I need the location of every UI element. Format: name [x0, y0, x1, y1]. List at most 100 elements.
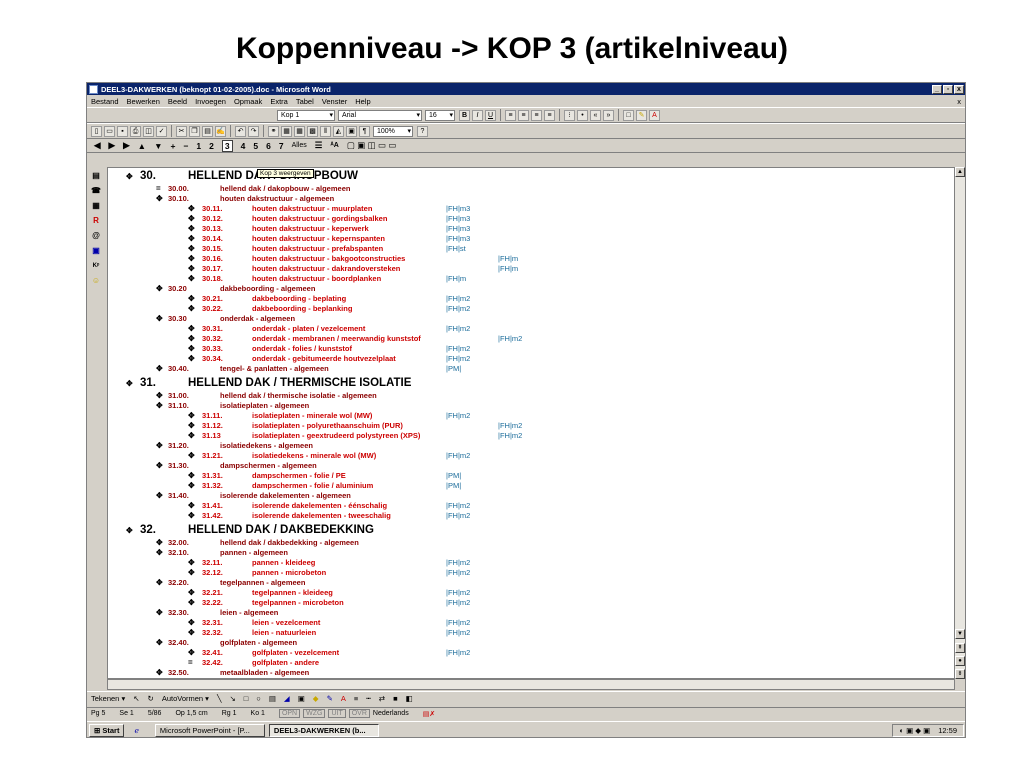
- outline-heading-level-3[interactable]: ✥ 30.34. onderdak - gebitumeerde houtvezel…: [108, 354, 928, 364]
- expand-plus-icon[interactable]: ✥: [156, 284, 163, 294]
- outline-heading-level-3[interactable]: ✥ 30.32. onderdak - membranen / meerwandig…: [108, 334, 928, 344]
- demote-to-body-icon[interactable]: ▶: [123, 140, 130, 151]
- outline-heading-level-2[interactable]: ✥ 31.10. isolatieplaten - algemeen: [108, 401, 928, 411]
- font-color-icon[interactable]: A: [649, 109, 660, 121]
- expand-plus-icon[interactable]: ✥: [188, 588, 195, 598]
- cut-icon[interactable]: ✂: [176, 125, 187, 137]
- expand-icon[interactable]: +: [170, 141, 175, 151]
- indent-icon[interactable]: »: [603, 109, 614, 121]
- menu-extra[interactable]: Extra: [270, 97, 288, 106]
- expand-plus-icon[interactable]: ✥: [156, 461, 163, 471]
- outline-heading-level-3[interactable]: ✥ 31.31. dampschermen - folie / PE |PM|: [108, 471, 928, 481]
- scroll-down-icon[interactable]: ▼: [955, 629, 965, 639]
- status-ovr[interactable]: OVR: [348, 709, 370, 718]
- outline-heading-level-3[interactable]: ✥ 31.21. isolatiedekens - minerale wol (MW…: [108, 451, 928, 461]
- status-ext[interactable]: UIT: [328, 709, 346, 718]
- undo-icon[interactable]: ↶: [235, 125, 246, 137]
- outline-heading-level-2[interactable]: ✥ 30.30 onderdak - algemeen: [108, 314, 928, 324]
- task-word[interactable]: DEEL3-DAKWERKEN (b...: [268, 724, 379, 737]
- outline-heading-level-3[interactable]: ✥ 30.16. houten dakstructuur - bakgootcons…: [108, 254, 928, 264]
- outline-heading-level-3[interactable]: ✥ 32.31. leien - vezelcement |FH|m2: [108, 618, 928, 628]
- outline-heading-level-3[interactable]: ✥ 32.22. tegelpannen - microbeton |FH|m2: [108, 598, 928, 608]
- move-up-icon[interactable]: ▲: [138, 141, 146, 151]
- outline-heading-level-3[interactable]: = 32.42. golfplaten - andere: [108, 658, 928, 668]
- show-level-1[interactable]: 1: [196, 141, 201, 151]
- outline-heading-level-2[interactable]: ✥ 32.10. pannen - algemeen: [108, 548, 928, 558]
- expand-plus-icon[interactable]: ✥: [188, 324, 195, 334]
- shadow-icon[interactable]: ■: [393, 694, 398, 703]
- menu-bewerken[interactable]: Bewerken: [127, 97, 160, 106]
- expand-plus-icon[interactable]: ✥: [188, 421, 195, 431]
- expand-plus-icon[interactable]: ✥: [188, 204, 195, 214]
- rectangle-icon[interactable]: □: [244, 694, 249, 703]
- phone-icon[interactable]: ☎: [90, 185, 102, 197]
- collapse-icon[interactable]: −: [183, 141, 188, 151]
- show-level-4[interactable]: 4: [241, 141, 246, 151]
- outdent-icon[interactable]: «: [590, 109, 601, 121]
- show-level-6[interactable]: 6: [266, 141, 271, 151]
- textbox-icon[interactable]: ▤: [269, 694, 276, 703]
- expand-plus-icon[interactable]: ✥: [126, 170, 133, 183]
- outline-heading-level-2[interactable]: ✥ 31.40. isolerende dakelementen - algemee…: [108, 491, 928, 501]
- scroll-up-icon[interactable]: ▲: [955, 167, 965, 177]
- new-document-icon[interactable]: ▯: [91, 125, 102, 137]
- outline-heading-level-3[interactable]: ✥ 31.32. dampschermen - folie / aluminium |…: [108, 481, 928, 491]
- expand-plus-icon[interactable]: ✥: [188, 234, 195, 244]
- redo-icon[interactable]: ↷: [248, 125, 259, 137]
- expand-plus-icon[interactable]: ✥: [188, 354, 195, 364]
- expand-plus-icon[interactable]: ✥: [188, 511, 195, 521]
- font-color-draw-icon[interactable]: A: [341, 694, 346, 703]
- numbering-icon[interactable]: ⁝: [564, 109, 575, 121]
- outline-heading-level-3[interactable]: ✥ 30.12. houten dakstructuur - gordingsbal…: [108, 214, 928, 224]
- columns-icon[interactable]: ⫴: [320, 125, 331, 137]
- outline-heading-level-2[interactable]: ✥ 32.00. hellend dak / dakbedekking - alge…: [108, 538, 928, 548]
- expand-plus-icon[interactable]: ✥: [156, 668, 163, 678]
- underline-button[interactable]: U: [485, 109, 496, 121]
- italic-button[interactable]: I: [472, 109, 483, 121]
- r-icon[interactable]: R: [90, 215, 102, 227]
- drawing-icon[interactable]: ◭: [333, 125, 344, 137]
- outline-heading-level-3[interactable]: ✥ 32.41. golfplaten - vezelcement |FH|m2: [108, 648, 928, 658]
- expand-plus-icon[interactable]: ✥: [188, 568, 195, 578]
- outline-heading-level-3[interactable]: ✥ 31.12. isolatieplaten - polyurethaanschu…: [108, 421, 928, 431]
- outline-heading-level-3[interactable]: ✥ 30.18. houten dakstructuur - boordplanke…: [108, 274, 928, 284]
- line-color-icon[interactable]: ✎: [327, 694, 333, 703]
- show-level-3[interactable]: 3: [221, 139, 233, 152]
- vertical-scrollbar[interactable]: ▲ ▼ ⇞ ● ⇟: [954, 167, 965, 679]
- expand-plus-icon[interactable]: ✥: [188, 244, 195, 254]
- print-icon[interactable]: ⎙: [130, 125, 141, 137]
- style-combo[interactable]: Kop 1: [277, 109, 335, 121]
- hyperlink-icon[interactable]: ⚭: [268, 125, 279, 137]
- expand-plus-icon[interactable]: ✥: [188, 628, 195, 638]
- menu-bestand[interactable]: Bestand: [91, 97, 119, 106]
- arrow-style-icon[interactable]: ⇄: [379, 694, 385, 703]
- show-all[interactable]: Alles: [292, 142, 307, 149]
- fax-icon[interactable]: ▦: [90, 200, 102, 212]
- outline-heading-level-1[interactable]: ✥30.HELLEND DAK / DAKOPBOUW: [108, 170, 928, 183]
- format-painter-icon[interactable]: ✍: [215, 125, 226, 137]
- expand-plus-icon[interactable]: ✥: [188, 481, 195, 491]
- outline-heading-level-3[interactable]: ✥ 30.21. dakbeboording - beplating |FH|m2: [108, 294, 928, 304]
- outline-heading-level-3[interactable]: ✥ 31.41. isolerende dakelementen - éénscha…: [108, 501, 928, 511]
- tables-icon[interactable]: ▦: [281, 125, 292, 137]
- bullets-icon[interactable]: •: [577, 109, 588, 121]
- outline-heading-level-3[interactable]: ✥ 32.21. tegelpannen - kleideeg |FH|m2: [108, 588, 928, 598]
- help-icon[interactable]: ?: [417, 125, 428, 137]
- outline-heading-level-3[interactable]: ✥ 32.12. pannen - microbeton |FH|m2: [108, 568, 928, 578]
- expand-plus-icon[interactable]: ✥: [126, 377, 133, 390]
- outline-heading-level-3[interactable]: ✥ 30.11. houten dakstructuur - muurplaten |…: [108, 204, 928, 214]
- outline-heading-level-1[interactable]: ✥ 31. HELLEND DAK / THERMISCHE ISOLATIE: [108, 377, 928, 390]
- outline-heading-level-2[interactable]: ✥ 30.10. houten dakstructuur - algemeen: [108, 194, 928, 204]
- 3d-icon[interactable]: ◧: [406, 694, 413, 703]
- expand-plus-icon[interactable]: ✥: [188, 648, 195, 658]
- spelling-icon[interactable]: ✓: [156, 125, 167, 137]
- expand-plus-icon[interactable]: ✥: [126, 524, 133, 537]
- browse-object-icon[interactable]: ●: [955, 656, 965, 666]
- menu-beeld[interactable]: Beeld: [168, 97, 187, 106]
- at-icon[interactable]: @: [90, 230, 102, 242]
- highlight-icon[interactable]: ✎: [636, 109, 647, 121]
- expand-plus-icon[interactable]: ✥: [188, 501, 195, 511]
- outline-heading-level-3[interactable]: ✥ 30.15. houten dakstructuur - prefabspant…: [108, 244, 928, 254]
- size-combo[interactable]: 16: [425, 109, 455, 121]
- prev-page-icon[interactable]: ⇞: [955, 643, 965, 653]
